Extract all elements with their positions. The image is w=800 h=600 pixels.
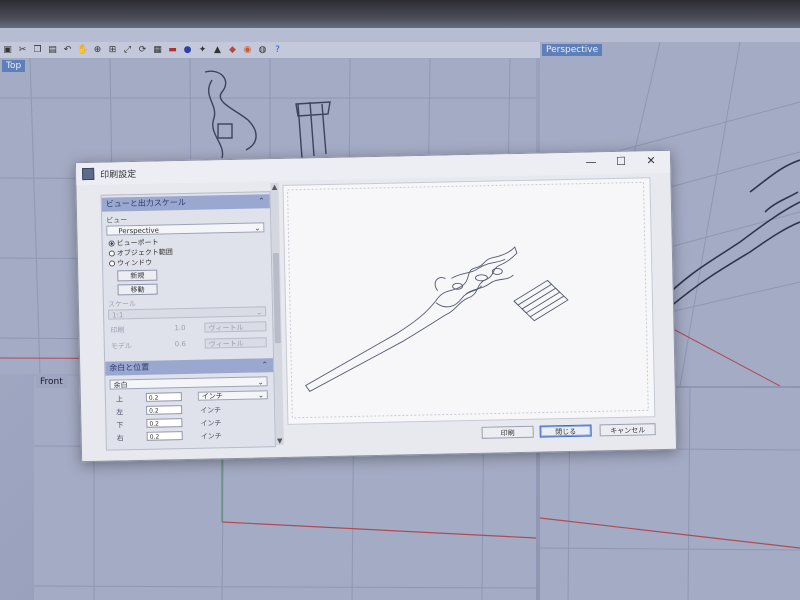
monitor-screen: ▣ ✂ ❐ ▤ ↶ ✋ ⊕ ⊞ ⤢ ⟳ ▦ ▬ ● ✦ ▲ ◆ ◉ ◍? Top… [0,0,800,600]
margin-top-unit: インチ [201,392,223,401]
margin-bottom-input[interactable]: 0.2 [146,418,183,428]
move-button[interactable]: 移動 [117,283,158,296]
chevron-down-icon: ⌄ [257,378,264,387]
monitor-bezel [0,0,800,30]
scale-print-value: 1.0 [174,323,186,333]
radio-object-extents-label: オブジェクト範囲 [116,248,173,258]
radio-dot-selected[interactable] [108,240,115,247]
menu-bar [0,28,800,42]
undo-icon[interactable]: ↶ [62,45,73,56]
margin-right-unit: インチ [200,432,222,441]
render-icon[interactable]: ◍ [257,45,268,56]
preview-drawing [287,181,649,419]
margin-bottom-unit: インチ [200,419,222,428]
scale-print-label: 印刷 [110,326,125,335]
scroll-up-icon[interactable]: ▲ [270,183,278,191]
minimize-button[interactable]: — [580,154,602,170]
margins-section-header[interactable]: 余白と位置 ⌃ [105,358,274,376]
margin-bottom-label: 下 [116,421,124,430]
zoom-window-icon[interactable]: ⊞ [107,45,118,56]
rotate-view-icon[interactable]: ⟳ [137,45,148,56]
radio-dot[interactable] [108,250,115,257]
cancel-button[interactable]: キャンセル [599,423,656,437]
margins-section-title: 余白と位置 [109,362,150,373]
margin-top-unit-select[interactable]: インチ ⌄ [197,390,268,401]
view-select[interactable]: Perspective ⌄ [106,222,265,236]
scale-print-unit-value: ヴィートル [208,323,244,333]
chevron-down-icon: ⌄ [256,308,263,317]
margin-top-label: 上 [115,395,123,404]
light-bulb-icon[interactable]: ✦ [197,45,208,56]
print-preview [282,177,656,425]
car-icon[interactable]: ▬ [167,45,178,56]
chevron-down-icon: ⌄ [257,391,264,400]
radio-window[interactable]: ウィンドウ [108,258,153,269]
grid-icon[interactable]: ▦ [152,45,163,56]
margin-right-input[interactable]: 0.2 [146,431,183,441]
view-scale-section-header[interactable]: ビューと出力スケール ⌃ [101,194,270,212]
radio-dot[interactable] [108,260,116,267]
app-icon [82,167,95,181]
margin-left-label: 左 [116,408,124,417]
margin-left-input[interactable]: 0.2 [146,405,183,415]
scale-model-unit-value: ヴィートル [208,339,244,349]
margin-mode-select[interactable]: 余白 ⌄ [109,376,268,390]
collapse-chevron-icon[interactable]: ⌃ [261,358,268,372]
view-label: ビュー [106,216,128,225]
zoom-extents-icon[interactable]: ⤢ [122,45,133,56]
margin-top-input[interactable]: 0.2 [145,392,182,402]
maximize-button[interactable]: ☐ [610,154,632,170]
save-icon[interactable]: ▣ [2,45,13,56]
chevron-down-icon: ⌄ [254,224,261,233]
scale-print-unit[interactable]: ヴィートル [204,321,267,333]
cut-icon[interactable]: ✂ [17,45,28,56]
settings-panel: ビューと出力スケール ⌃ ビュー Perspective ⌄ ビューポート オブ… [100,191,276,451]
margin-right-label: 右 [116,434,124,443]
dialog-title: 印刷設定 [100,169,137,181]
print-button[interactable]: 印刷 [481,425,534,439]
scale-model-label: モデル [110,342,132,351]
zoom-icon[interactable]: ⊕ [92,45,103,56]
perspective-viewport-label[interactable]: Perspective [542,44,603,56]
scale-model-value: 0.6 [174,339,186,349]
scroll-down-icon[interactable]: ▼ [276,437,284,445]
close-button[interactable]: 閉じる [539,424,592,438]
collapse-chevron-icon[interactable]: ⌃ [258,194,265,208]
main-toolbar: ▣ ✂ ❐ ▤ ↶ ✋ ⊕ ⊞ ⤢ ⟳ ▦ ▬ ● ✦ ▲ ◆ ◉ ◍? [0,42,545,58]
perspective-drawing-curves [659,159,800,308]
radio-window-label: ウィンドウ [116,258,153,268]
pan-hand-icon[interactable]: ✋ [77,45,88,56]
view-scale-section-title: ビューと出力スケール [105,197,186,209]
scale-label: スケール [107,300,136,309]
scale-model-unit[interactable]: ヴィートル [204,337,267,349]
scale-select-value: 1:1 [112,311,124,320]
close-window-button[interactable]: ✕ [640,153,662,169]
help-icon[interactable]: ? [272,45,283,56]
top-viewport-label[interactable]: Top [2,60,26,72]
view-select-value: Perspective [118,226,160,236]
top-drawing-curves [204,70,331,159]
copy-icon[interactable]: ❐ [32,45,43,56]
sphere-icon[interactable]: ● [182,45,193,56]
material-icon[interactable]: ◆ [227,45,238,56]
margin-left-unit: インチ [200,406,222,415]
print-setup-dialog: 印刷設定 — ☐ ✕ ビューと出力スケール ⌃ ビュー Perspective … [74,149,678,463]
front-viewport-label[interactable]: Front [36,376,67,388]
color-wheel-icon[interactable]: ◉ [242,45,253,56]
lock-icon[interactable]: ▲ [212,45,223,56]
new-button[interactable]: 新規 [117,269,158,282]
margin-mode-value: 余白 [113,381,128,390]
paste-icon[interactable]: ▤ [47,45,58,56]
scale-select[interactable]: 1:1 ⌄ [108,306,267,320]
scrollbar-thumb[interactable] [272,253,281,344]
radio-object-extents[interactable]: オブジェクト範囲 [108,247,173,258]
